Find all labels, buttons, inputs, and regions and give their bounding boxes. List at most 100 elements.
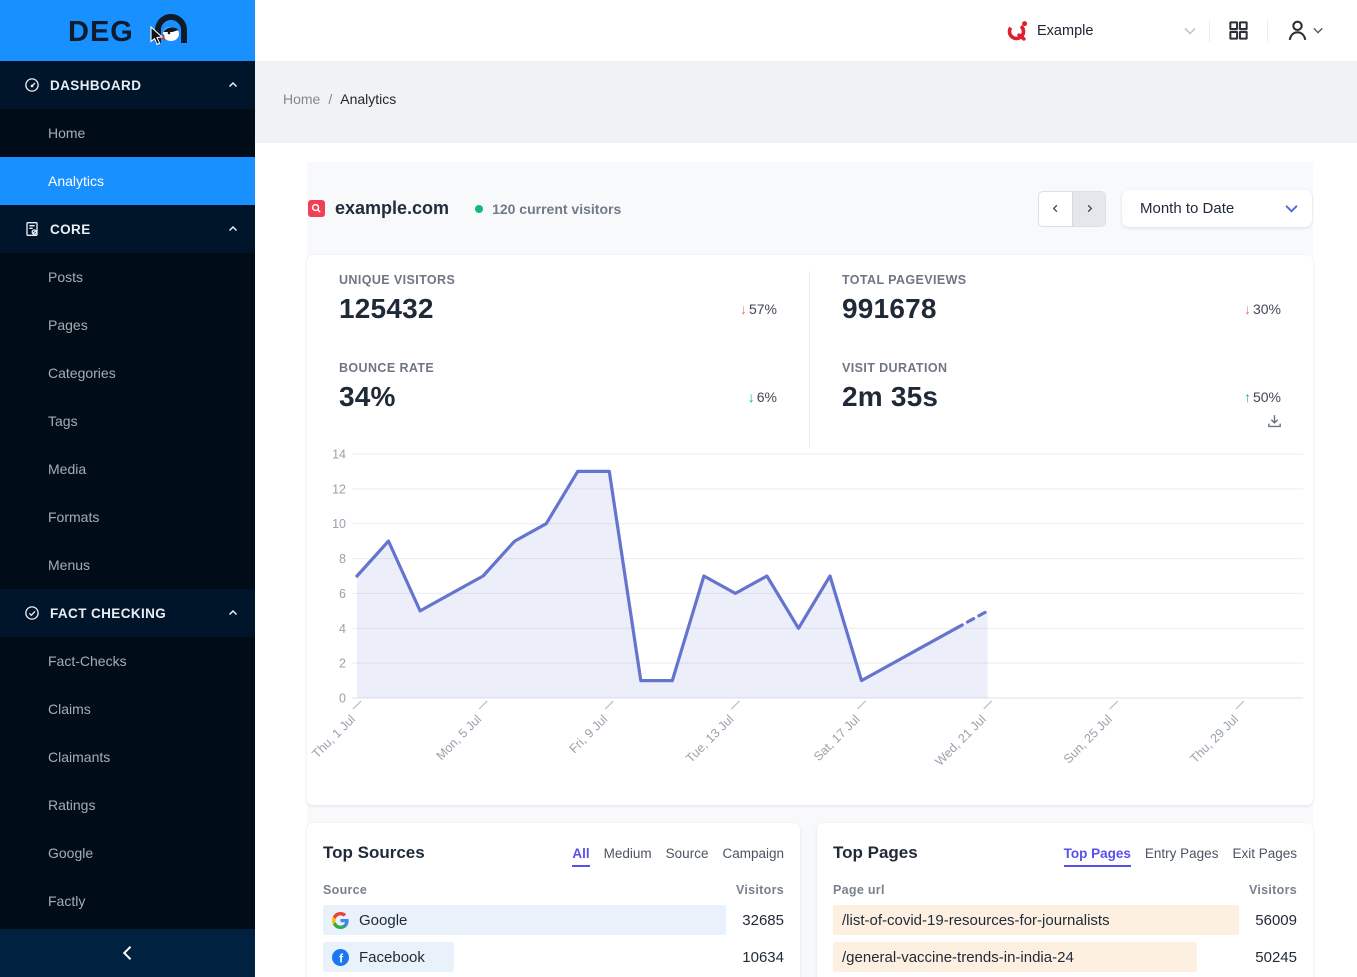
stat-unique-visitors[interactable]: UNIQUE VISITORS 125432 ↓57% — [307, 271, 810, 359]
page-row[interactable]: /general-vaccine-trends-in-india-24 5024… — [833, 942, 1297, 972]
chevron-down-icon — [1285, 204, 1298, 213]
sidebar-item-posts[interactable]: Posts — [0, 253, 255, 301]
tab-campaign[interactable]: Campaign — [722, 846, 784, 867]
site-favicon — [308, 200, 325, 217]
stat-delta: ↑50% — [1244, 389, 1281, 405]
sidebar-item-media[interactable]: Media — [0, 445, 255, 493]
svg-text:Tue, 13 Jul: Tue, 13 Jul — [683, 712, 736, 765]
sidebar-item-home[interactable]: Home — [0, 109, 255, 157]
breadcrumb: Home / Analytics — [283, 91, 1357, 107]
top-sources-rows: Google 32685 f — [323, 905, 784, 977]
document-icon — [24, 221, 40, 237]
sidebar-item-google[interactable]: Google — [0, 829, 255, 877]
org-logo-icon — [1006, 19, 1029, 42]
sidebar-section-core[interactable]: CORE — [0, 205, 255, 253]
tab-entry-pages[interactable]: Entry Pages — [1145, 846, 1219, 867]
source-visitors: 10634 — [742, 949, 784, 966]
arrow-down-icon: ↓ — [1244, 301, 1251, 317]
topbar-divider — [1209, 20, 1210, 42]
stat-total-pageviews[interactable]: TOTAL PAGEVIEWS 991678 ↓30% — [810, 271, 1313, 359]
user-icon — [1285, 18, 1310, 43]
topbar-divider — [1267, 20, 1268, 42]
page-content: example.com 120 current visitors — [255, 143, 1357, 977]
sidebar-item-menus[interactable]: Menus — [0, 541, 255, 589]
org-name: Example — [1037, 23, 1184, 39]
arrow-down-icon: ↓ — [748, 389, 755, 405]
sidebar-item-pages[interactable]: Pages — [0, 301, 255, 349]
sidebar-item-tags[interactable]: Tags — [0, 397, 255, 445]
sidebar-item-fact-checks[interactable]: Fact-Checks — [0, 637, 255, 685]
sidebar-item-categories[interactable]: Categories — [0, 349, 255, 397]
current-visitors: 120 current visitors — [475, 201, 621, 217]
sidebar-section-dashboard[interactable]: DASHBOARD — [0, 61, 255, 109]
sidebar-item-ratings[interactable]: Ratings — [0, 781, 255, 829]
analytics-embed: example.com 120 current visitors — [307, 162, 1313, 977]
visitors-chart: 02468101214Thu, 1 JulMon, 5 JulFri, 9 Ju… — [307, 447, 1313, 805]
breadcrumb-home-link[interactable]: Home — [283, 91, 320, 107]
download-chart-button[interactable] — [1266, 413, 1283, 435]
stat-delta: ↓30% — [1244, 301, 1281, 317]
svg-text:Thu, 1 Jul: Thu, 1 Jul — [309, 712, 358, 761]
date-range-select[interactable]: Month to Date — [1122, 190, 1312, 227]
source-row-google[interactable]: Google 32685 — [323, 905, 784, 935]
svg-text:8: 8 — [339, 552, 346, 566]
sidebar-item-claims[interactable]: Claims — [0, 685, 255, 733]
dashboard-icon — [24, 77, 40, 93]
sidebar-item-factly[interactable]: Factly — [0, 877, 255, 925]
sidebar: DEG DASHBOARD Home Analy — [0, 0, 255, 977]
date-range-value: Month to Date — [1140, 200, 1285, 217]
stat-value: 34% — [339, 381, 396, 413]
svg-text:12: 12 — [332, 482, 346, 496]
tab-exit-pages[interactable]: Exit Pages — [1232, 846, 1297, 867]
svg-text:Sun, 25 Jul: Sun, 25 Jul — [1061, 712, 1115, 766]
column-visitors: Visitors — [736, 883, 784, 897]
svg-text:4: 4 — [339, 622, 346, 636]
org-selector[interactable]: Example — [1006, 19, 1196, 42]
breadcrumb-current: Analytics — [340, 91, 396, 107]
top-sources-title: Top Sources — [323, 843, 425, 863]
arrow-up-icon: ↑ — [1244, 389, 1251, 405]
check-circle-icon — [24, 605, 40, 621]
chevron-up-icon — [227, 223, 239, 235]
site-domain: example.com — [335, 198, 449, 219]
stat-value: 125432 — [339, 293, 434, 325]
tab-top-pages[interactable]: Top Pages — [1064, 846, 1131, 867]
column-source: Source — [323, 883, 367, 897]
top-pages-rows: /list-of-covid-19-resources-for-journali… — [833, 905, 1297, 977]
stats-grid: UNIQUE VISITORS 125432 ↓57% TOTAL PAGEVI… — [307, 255, 1313, 447]
visitors-chart-area: 02468101214Thu, 1 JulMon, 5 JulFri, 9 Ju… — [307, 447, 1313, 805]
sidebar-section-fact-checking[interactable]: FACT CHECKING — [0, 589, 255, 637]
site-title[interactable]: example.com — [308, 198, 449, 219]
sidebar-collapse-trigger[interactable] — [0, 929, 255, 977]
user-menu-button[interactable] — [1281, 14, 1327, 47]
column-page-url: Page url — [833, 883, 885, 897]
sidebar-item-formats[interactable]: Formats — [0, 493, 255, 541]
dega-logo-image: DEG — [68, 12, 188, 50]
visitors-panel: UNIQUE VISITORS 125432 ↓57% TOTAL PAGEVI… — [307, 255, 1313, 805]
chevron-left-icon — [118, 943, 138, 963]
stat-visit-duration[interactable]: VISIT DURATION 2m 35s ↑50% — [810, 359, 1313, 447]
source-row-facebook[interactable]: f Facebook 10634 — [323, 942, 784, 972]
chevron-up-icon — [227, 79, 239, 91]
stat-delta: ↓57% — [740, 301, 777, 317]
svg-text:Sat, 17 Jul: Sat, 17 Jul — [811, 712, 863, 764]
prev-period-button[interactable] — [1039, 192, 1072, 226]
chevron-up-icon — [227, 607, 239, 619]
chevron-down-icon — [1184, 27, 1196, 35]
sidebar-item-claimants[interactable]: Claimants — [0, 733, 255, 781]
grid-icon — [1227, 19, 1250, 42]
page-row[interactable]: /list-of-covid-19-resources-for-journali… — [833, 905, 1297, 935]
next-period-button[interactable] — [1072, 192, 1105, 226]
stat-bounce-rate[interactable]: BOUNCE RATE 34% ↓6% — [307, 359, 810, 447]
top-pages-columns: Page url Visitors — [833, 883, 1297, 897]
tab-source[interactable]: Source — [666, 846, 709, 867]
svg-text:Fri, 9 Jul: Fri, 9 Jul — [567, 712, 611, 756]
apps-grid-button[interactable] — [1223, 15, 1254, 46]
tab-medium[interactable]: Medium — [604, 846, 652, 867]
svg-text:6: 6 — [339, 587, 346, 601]
dega-logo[interactable]: DEG — [0, 0, 255, 61]
tab-all[interactable]: All — [572, 846, 589, 867]
sidebar-section-label: FACT CHECKING — [50, 606, 227, 621]
date-controls: Month to Date — [1038, 190, 1312, 227]
sidebar-item-analytics[interactable]: Analytics — [0, 157, 255, 205]
